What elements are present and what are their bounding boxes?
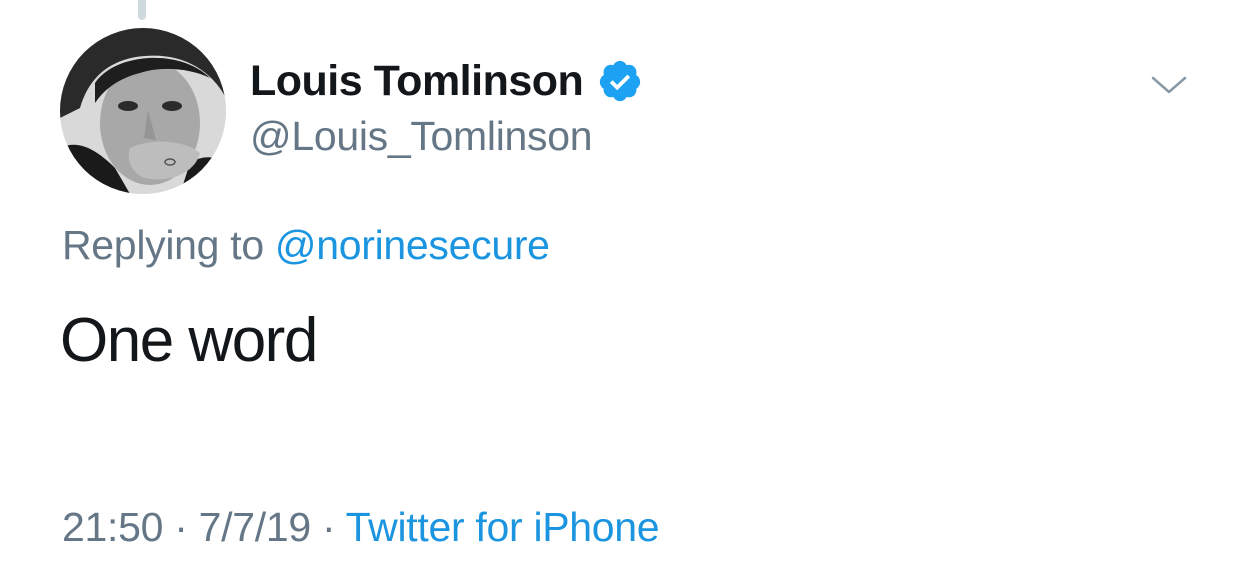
chevron-down-icon[interactable] [1149,70,1189,100]
author-name-row[interactable]: Louis Tomlinson [250,52,643,110]
tweet-text: One word [60,306,318,375]
tweet-source-link[interactable]: Twitter for iPhone [346,504,660,550]
tweet-detail: Louis Tomlinson @Louis_Tomlinson Replyin… [0,0,1242,587]
author-display-name[interactable]: Louis Tomlinson [250,57,584,106]
tweet-date[interactable]: 7/7/19 [199,504,312,550]
avatar-photo [60,28,226,194]
tweet-time[interactable]: 21:50 [62,504,163,550]
reply-mention-link[interactable]: @norinesecure [275,222,550,268]
tweet-meta: 21:50 · 7/7/19 · Twitter for iPhone [62,504,660,551]
avatar[interactable] [60,28,226,194]
author-handle[interactable]: @Louis_Tomlinson [250,113,593,160]
thread-connector-line [138,0,146,20]
meta-separator: · [174,504,188,550]
verified-badge-icon [597,58,643,104]
meta-separator: · [321,504,336,550]
replying-to-label: Replying to [62,222,264,268]
replying-to-line: Replying to @norinesecure [62,222,550,269]
